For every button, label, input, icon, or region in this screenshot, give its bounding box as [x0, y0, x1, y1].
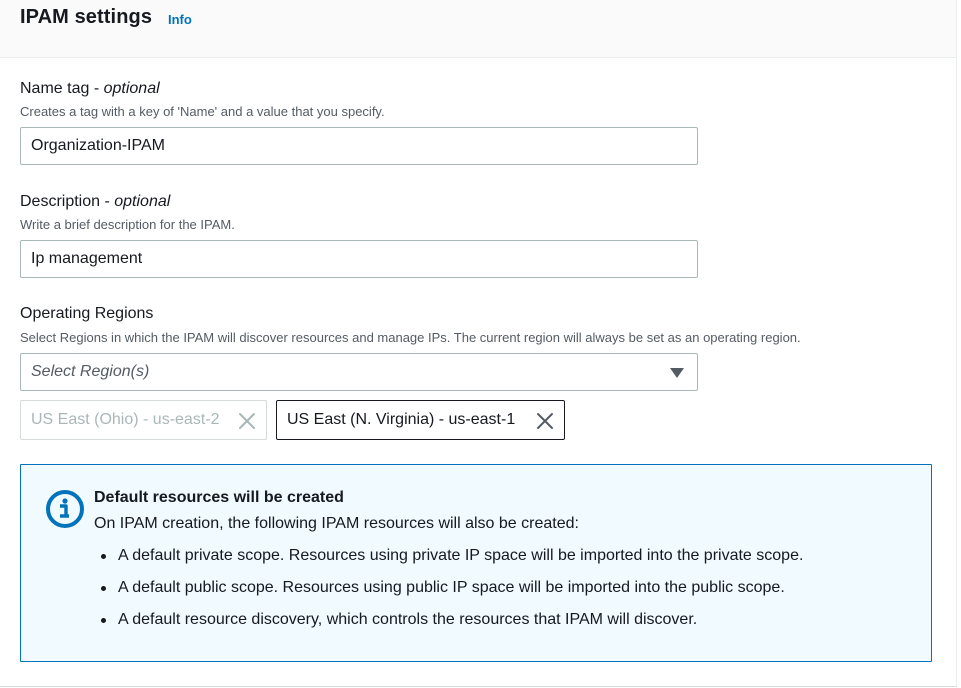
name-tag-input[interactable] [20, 127, 698, 165]
bullet [101, 554, 106, 559]
alert-title: Default resources will be created [94, 489, 344, 506]
alert-list: A default private scope. Resources using… [99, 547, 803, 643]
description-input[interactable] [20, 240, 698, 278]
list-item-text: A default public scope. Resources using … [118, 579, 785, 596]
alert-body: On IPAM creation, the following IPAM res… [94, 515, 579, 532]
bullet [101, 586, 106, 591]
list-item: A default private scope. Resources using… [99, 547, 803, 579]
info-icon [45, 489, 85, 529]
close-icon[interactable] [535, 411, 555, 431]
name-tag-label: Name tag - optional [20, 80, 160, 97]
operating-regions-description: Select Regions in which the IPAM will di… [20, 330, 801, 345]
name-tag-description: Creates a tag with a key of 'Name' and a… [20, 104, 385, 119]
description-label: Description - optional [20, 193, 171, 210]
ipam-settings-panel: IPAM settings Info Name tag - optional C… [0, 0, 957, 687]
list-item-text: A default private scope. Resources using… [118, 547, 804, 564]
description-help-text: Write a brief description for the IPAM. [20, 217, 235, 232]
info-link[interactable]: Info [168, 12, 192, 27]
region-select[interactable]: Select Region(s) [20, 353, 698, 391]
region-token-label: US East (Ohio) - us-east-2 [31, 411, 220, 428]
list-item-text: A default resource discovery, which cont… [118, 611, 698, 628]
caret-down-icon [670, 368, 684, 378]
list-item: A default public scope. Resources using … [99, 579, 803, 611]
region-token-us-east-1: US East (N. Virginia) - us-east-1 [276, 400, 565, 440]
panel-header: IPAM settings Info [0, 0, 956, 58]
bullet [101, 618, 106, 623]
operating-regions-label: Operating Regions [20, 305, 154, 322]
description-optional: optional [114, 193, 171, 210]
region-token-label: US East (N. Virginia) - us-east-1 [287, 411, 516, 428]
region-token-us-east-2: US East (Ohio) - us-east-2 [20, 400, 267, 440]
name-tag-label-text: Name tag [20, 80, 90, 97]
page-title: IPAM settings [20, 6, 153, 28]
region-select-placeholder: Select Region(s) [31, 363, 150, 380]
close-icon [237, 411, 257, 431]
name-tag-optional: optional [103, 80, 160, 97]
description-label-text: Description [20, 193, 101, 210]
default-resources-alert: Default resources will be created On IPA… [20, 464, 932, 662]
list-item: A default resource discovery, which cont… [99, 611, 803, 643]
